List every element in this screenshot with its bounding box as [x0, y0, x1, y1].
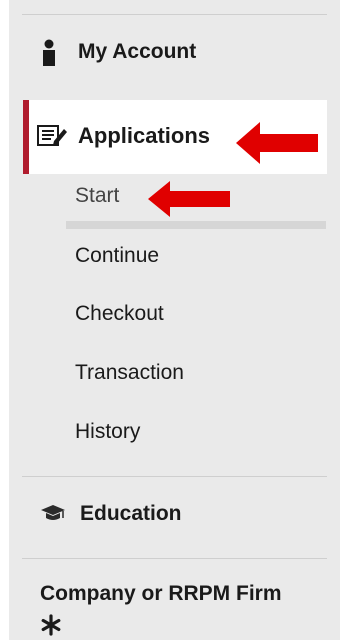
active-indicator: [23, 100, 29, 174]
sidebar-item-company[interactable]: Company or RRPM Firm: [40, 582, 282, 606]
sidebar-item-my-account[interactable]: My Account: [40, 32, 196, 72]
sidebar-nav: My Account Applications Start Continue C…: [0, 0, 340, 640]
arrow-pointing-left: [236, 122, 318, 164]
form-edit-icon: [36, 121, 70, 151]
sidebar-item-education[interactable]: Education: [40, 494, 182, 534]
sidebar-item-label: Education: [80, 502, 182, 525]
sub-item-history[interactable]: History: [75, 420, 140, 444]
selected-sub-item-indicator: [66, 221, 326, 229]
arrow-pointing-left: [148, 181, 230, 217]
sidebar-item-label: Applications: [78, 123, 211, 148]
person-icon: [40, 38, 58, 66]
graduation-cap-icon: [40, 503, 66, 525]
sub-item-continue[interactable]: Continue: [75, 244, 159, 268]
divider: [22, 558, 327, 559]
sidebar-item-applications[interactable]: Applications: [36, 114, 210, 158]
sub-item-checkout[interactable]: Checkout: [75, 302, 164, 326]
asterisk-icon: [40, 614, 62, 636]
sidebar-item-label: My Account: [78, 40, 197, 63]
sub-item-start[interactable]: Start: [75, 184, 119, 208]
sub-item-transaction[interactable]: Transaction: [75, 361, 184, 385]
divider: [22, 14, 327, 15]
divider: [22, 476, 327, 477]
sidebar-panel: [9, 0, 340, 640]
